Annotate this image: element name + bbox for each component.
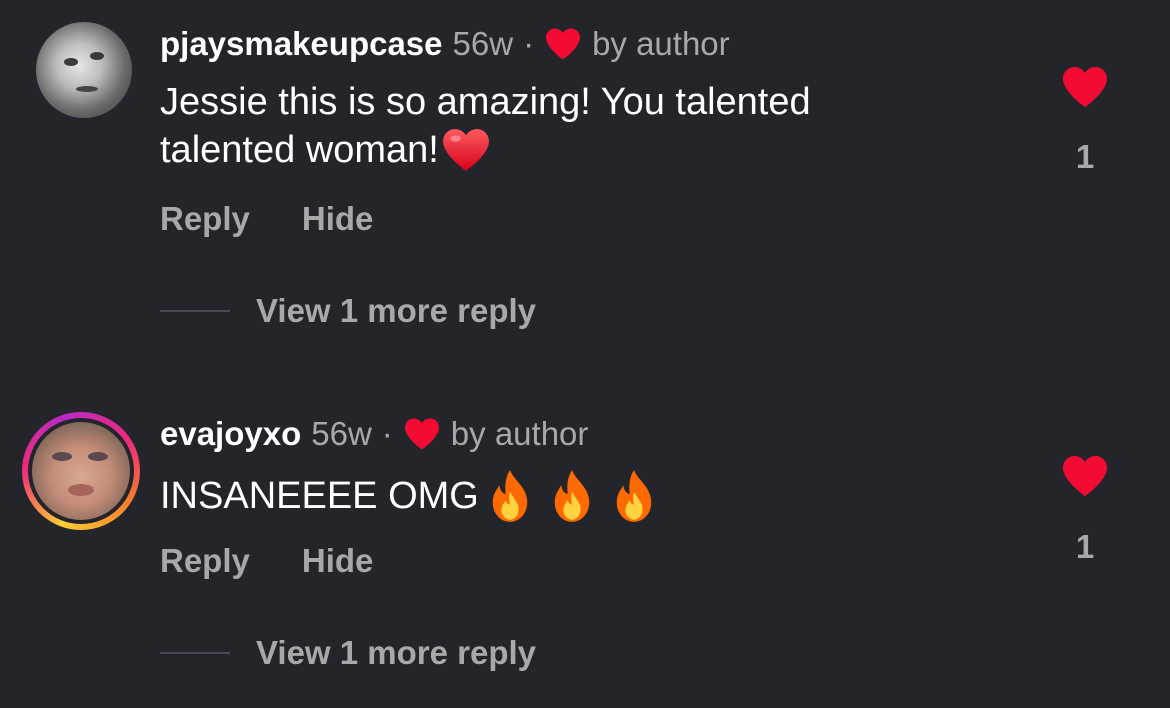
avatar-mouth — [76, 86, 98, 92]
hide-button[interactable]: Hide — [302, 542, 374, 580]
avatar-mouth — [68, 484, 94, 496]
fire-emoji-icon — [616, 470, 652, 522]
avatar-eye — [88, 452, 108, 461]
comment-text-line: talented woman! — [160, 129, 439, 171]
like-count: 1 — [1075, 528, 1095, 565]
comment-body: Jessie this is so amazing! You talented … — [160, 78, 960, 174]
username[interactable]: pjaysmakeupcase — [160, 24, 443, 64]
comment-text-line-2: talented woman! — [160, 126, 960, 174]
avatar-eye — [90, 52, 104, 60]
heart-icon — [546, 28, 581, 60]
view-more-replies-label: View 1 more reply — [256, 292, 537, 329]
like-heart-icon[interactable] — [1060, 65, 1110, 109]
fire-emoji-icon — [492, 470, 528, 522]
comment-text: INSANEEEE OMG — [160, 475, 479, 517]
separator-dot: · — [523, 25, 535, 62]
hide-button[interactable]: Hide — [302, 200, 374, 238]
fire-emoji-icon — [554, 470, 590, 522]
like-heart-icon[interactable] — [1060, 454, 1110, 498]
avatar[interactable] — [22, 412, 140, 530]
username[interactable]: evajoyxo — [160, 414, 301, 454]
comment-header: pjaysmakeupcase 56w · by author — [160, 24, 730, 64]
comment-header: evajoyxo 56w · by author — [160, 414, 588, 454]
comment-actions: Reply Hide — [160, 200, 373, 238]
avatar[interactable] — [36, 22, 132, 118]
avatar-eye — [52, 452, 72, 461]
red-heart-emoji-icon — [442, 129, 489, 171]
divider-line — [160, 310, 230, 312]
reply-button[interactable]: Reply — [160, 542, 250, 580]
heart-icon — [404, 418, 439, 450]
comment-actions: Reply Hide — [160, 542, 373, 580]
avatar-eye — [64, 58, 78, 66]
avatar-photo — [32, 422, 130, 520]
view-more-replies-label: View 1 more reply — [256, 634, 537, 671]
comment-age: 56w — [452, 25, 514, 62]
comment-body: INSANEEEE OMG — [160, 468, 960, 524]
divider-line — [160, 652, 230, 654]
comment-age: 56w — [311, 415, 372, 452]
like-count: 1 — [1075, 138, 1095, 175]
separator-dot: · — [381, 415, 393, 452]
view-more-replies-button[interactable]: View 1 more reply — [160, 634, 536, 672]
liked-by-author-label: by author — [450, 415, 589, 452]
view-more-replies-button[interactable]: View 1 more reply — [160, 292, 536, 330]
comment-text-line: Jessie this is so amazing! You talented — [160, 81, 811, 123]
reply-button[interactable]: Reply — [160, 200, 250, 238]
liked-by-author-label: by author — [592, 25, 730, 62]
